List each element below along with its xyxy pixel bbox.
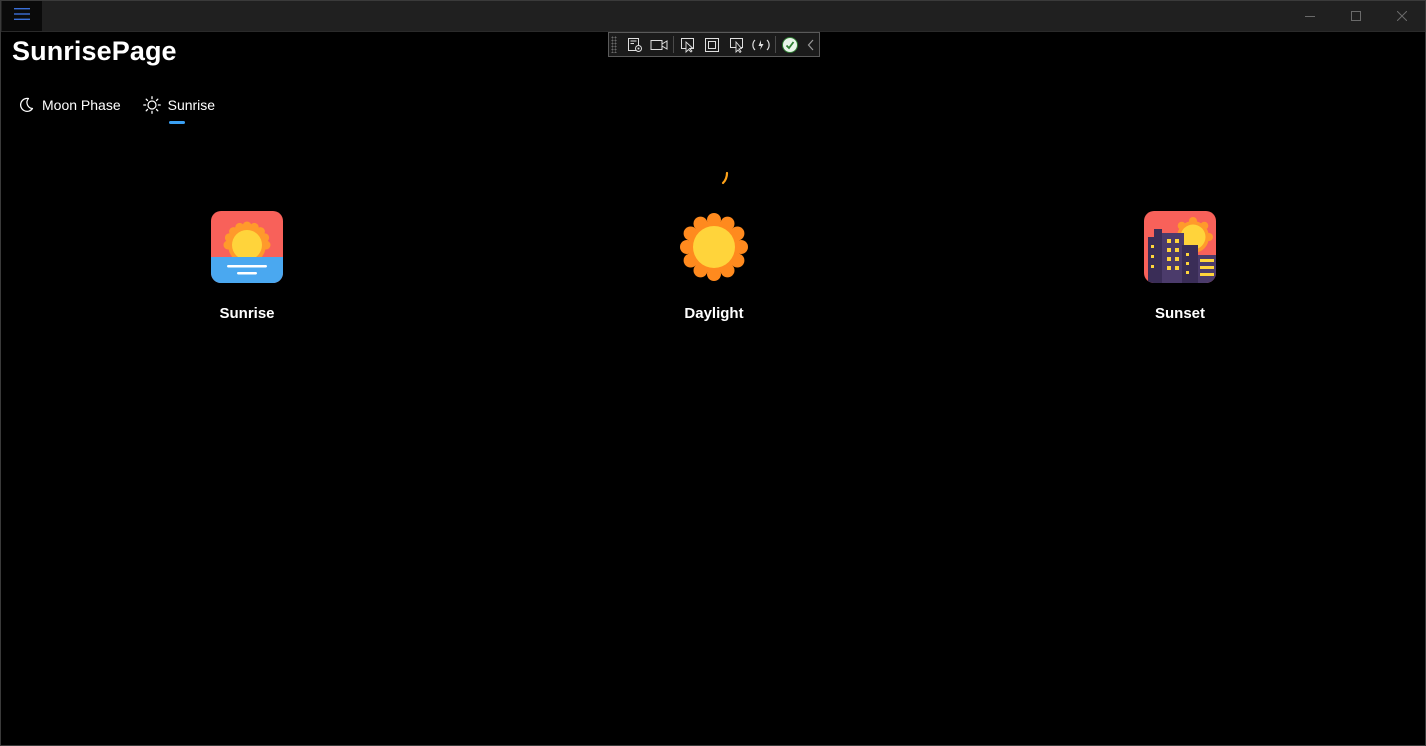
chevron-left-icon bbox=[807, 39, 814, 50]
display-layout-adorners-button[interactable] bbox=[700, 33, 724, 56]
visual-tree-icon bbox=[627, 37, 642, 52]
selected-tab-indicator bbox=[168, 121, 185, 124]
video-camera-icon bbox=[650, 39, 668, 50]
live-visual-tree-button[interactable] bbox=[623, 33, 647, 56]
status-ok-button[interactable] bbox=[778, 33, 802, 56]
moon-icon bbox=[17, 96, 35, 114]
minimize-button[interactable] bbox=[1287, 1, 1333, 31]
select-element-button[interactable] bbox=[676, 33, 700, 56]
toolbar-separator bbox=[673, 36, 675, 53]
tile-label: Sunrise bbox=[219, 305, 275, 322]
tab-label: Sunrise bbox=[167, 97, 216, 113]
sunrise-icon bbox=[211, 211, 283, 283]
close-icon bbox=[1397, 11, 1407, 21]
hamburger-icon bbox=[14, 7, 30, 25]
app-window: SunrisePage Moon Phase Sunrise Sunrise D… bbox=[0, 0, 1426, 746]
hot-reload-button[interactable] bbox=[749, 33, 773, 56]
daylight-sun-icon bbox=[678, 211, 750, 283]
caption-buttons bbox=[1287, 1, 1425, 31]
loading-spinner bbox=[721, 171, 729, 185]
collapse-toolbar-button[interactable] bbox=[802, 33, 819, 56]
track-focus-icon bbox=[729, 37, 743, 53]
checkmark-circle-icon bbox=[782, 36, 799, 53]
daylight-tile[interactable]: Daylight bbox=[634, 211, 794, 322]
tab-label: Moon Phase bbox=[42, 97, 121, 113]
close-button[interactable] bbox=[1379, 1, 1425, 31]
layout-adorner-icon bbox=[705, 37, 720, 52]
record-button[interactable] bbox=[647, 33, 671, 56]
select-cursor-icon bbox=[681, 37, 695, 53]
tile-label: Daylight bbox=[684, 305, 744, 322]
navigation-menu-button[interactable] bbox=[2, 1, 42, 31]
sunset-tile[interactable]: Sunset bbox=[1100, 211, 1260, 322]
maximize-button[interactable] bbox=[1333, 1, 1379, 31]
maximize-icon bbox=[1351, 11, 1361, 21]
sunset-city-icon bbox=[1144, 211, 1216, 283]
toolbar-grip-handle[interactable] bbox=[611, 36, 617, 53]
tab-sunrise[interactable]: Sunrise bbox=[142, 93, 216, 124]
tab-bar: Moon Phase Sunrise bbox=[17, 93, 237, 127]
title-bar bbox=[1, 1, 1425, 32]
track-focused-element-button[interactable] bbox=[725, 33, 749, 56]
sunrise-tile[interactable]: Sunrise bbox=[167, 211, 327, 322]
tab-moon-phase[interactable]: Moon Phase bbox=[17, 93, 121, 117]
hot-reload-icon bbox=[752, 39, 770, 50]
debug-toolbar bbox=[608, 32, 820, 57]
sun-icon bbox=[142, 96, 161, 114]
toolbar-separator bbox=[775, 36, 776, 53]
page-title: SunrisePage bbox=[12, 36, 177, 66]
tile-label: Sunset bbox=[1154, 305, 1205, 322]
minimize-icon bbox=[1305, 16, 1315, 17]
